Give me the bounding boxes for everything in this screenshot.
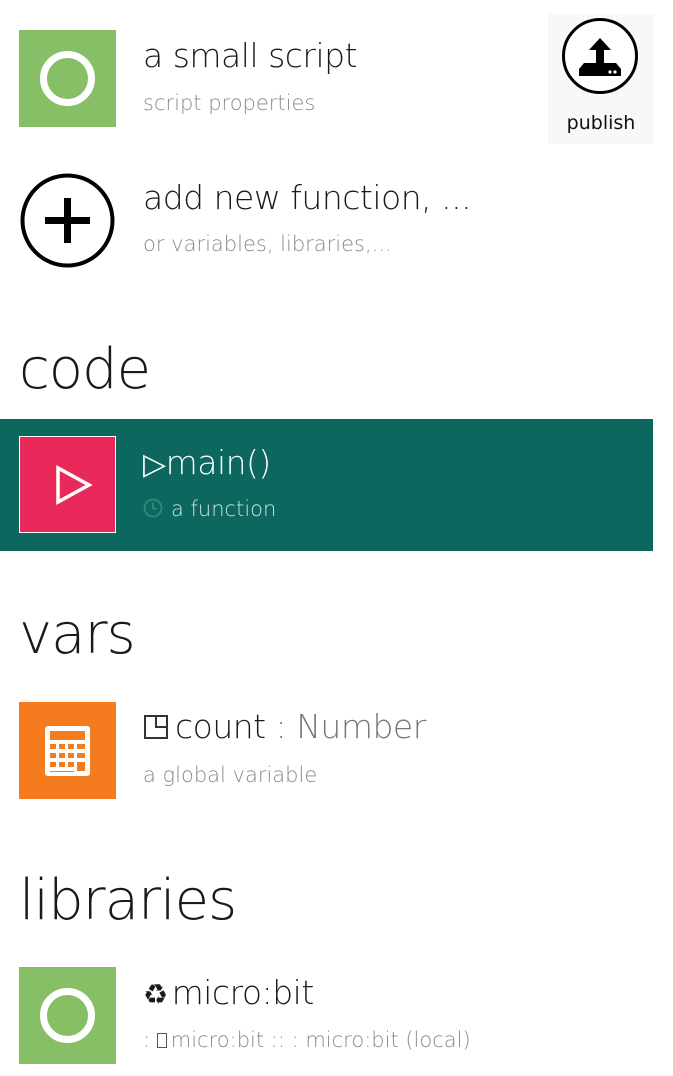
upload-icon xyxy=(562,18,638,94)
script-subtitle: script properties xyxy=(143,91,316,115)
calculator-icon xyxy=(45,726,90,776)
function-meta: a function xyxy=(143,497,276,522)
variable-description: a global variable xyxy=(143,763,318,787)
ring-icon xyxy=(40,988,95,1043)
play-icon xyxy=(56,465,93,505)
add-new-subtitle: or variables, libraries,... xyxy=(143,232,392,256)
library-meta: : micro:bit :: : micro:bit (local) xyxy=(143,1028,471,1053)
library-meta-prefix: : xyxy=(143,1028,157,1052)
recycle-icon: ♻ xyxy=(143,978,168,1011)
plus-circle-icon[interactable] xyxy=(19,172,116,269)
function-title: ▷main() xyxy=(143,443,272,482)
add-new-title: add new function, ... xyxy=(143,178,472,217)
function-name: main() xyxy=(165,443,272,482)
library-name: micro:bit xyxy=(171,973,315,1012)
library-description: micro:bit :: : micro:bit (local) xyxy=(170,1028,471,1052)
library-title: ♻ micro:bit xyxy=(143,973,315,1012)
function-description: a function xyxy=(171,497,277,521)
script-tile[interactable] xyxy=(19,30,116,127)
function-row-main[interactable]: ▷main() a function xyxy=(0,419,653,551)
script-title: a small script xyxy=(143,36,358,75)
variable-name: count xyxy=(175,707,266,746)
variable-title: count : Number xyxy=(143,707,426,746)
function-glyph-icon: ▷ xyxy=(143,447,166,482)
section-heading-code: code xyxy=(19,337,151,402)
variable-tile[interactable] xyxy=(19,702,116,799)
function-tile[interactable] xyxy=(19,436,116,533)
section-heading-libraries: libraries xyxy=(19,868,237,933)
section-heading-vars: vars xyxy=(19,602,136,667)
publish-button[interactable]: publish xyxy=(548,14,654,144)
variable-type: Number xyxy=(296,707,426,746)
box-icon xyxy=(144,715,168,739)
library-tile[interactable] xyxy=(19,967,116,1064)
ring-icon xyxy=(40,51,95,106)
rectangle-icon xyxy=(156,1033,167,1048)
variable-type-separator: : xyxy=(265,707,297,746)
clock-icon xyxy=(143,498,163,518)
publish-label: publish xyxy=(566,112,636,134)
